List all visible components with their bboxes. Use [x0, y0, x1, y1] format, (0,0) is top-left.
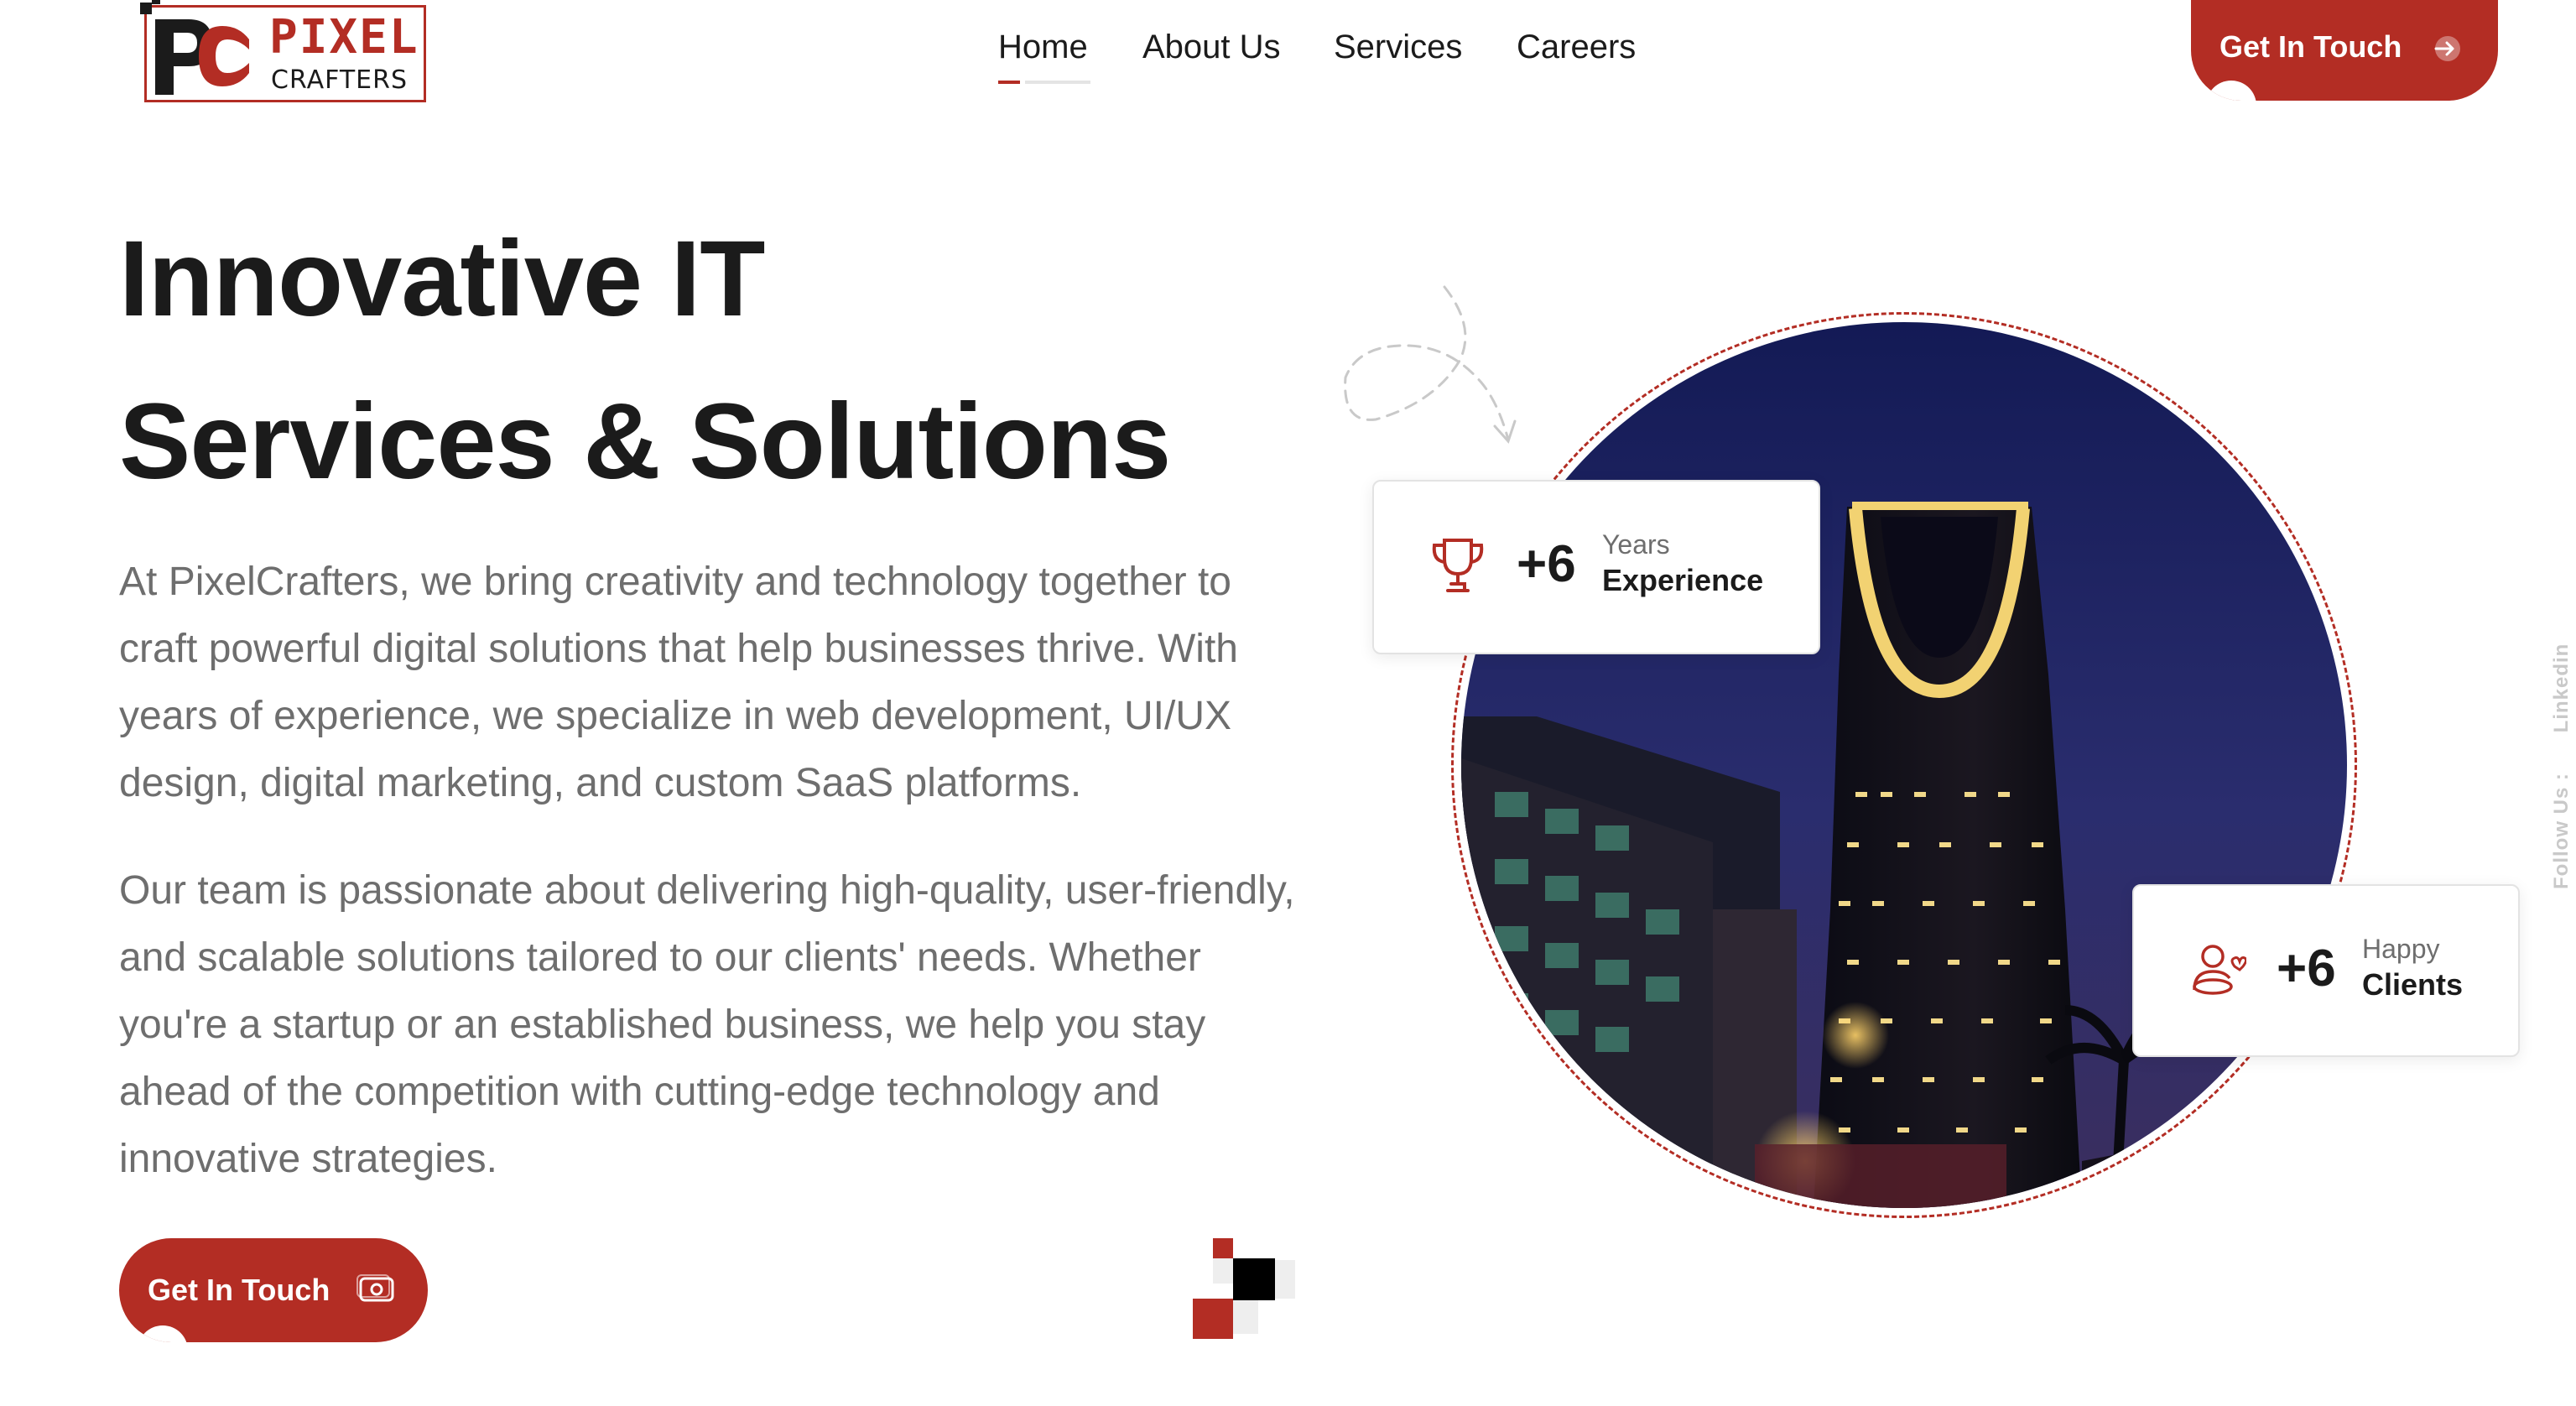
main-nav: Home About Us Services Careers	[0, 0, 2576, 101]
city-tower-photo	[1461, 322, 2347, 1208]
clients-label-small: Happy	[2362, 934, 2440, 964]
follow-us-label: Follow Us :	[2550, 773, 2573, 889]
hero-cta-label: Get In Touch	[148, 1273, 330, 1307]
experience-label: Experience	[1602, 563, 1764, 597]
nav-careers[interactable]: Careers	[1517, 27, 1636, 67]
nav-home[interactable]: Home	[998, 27, 1088, 67]
linkedin-link[interactable]: Linkedin	[2550, 643, 2573, 733]
nav-about-us[interactable]: About Us	[1142, 27, 1281, 67]
hero-paragraph-2: Our team is passionate about delivering …	[119, 868, 1295, 1181]
hero-get-in-touch-button[interactable]: Get In Touch	[119, 1238, 428, 1342]
hero-title-line-2: Services & Solutions	[119, 382, 1171, 502]
hero-image	[1461, 322, 2347, 1208]
experience-value: +6	[1517, 535, 1576, 593]
users-heart-icon	[2193, 945, 2246, 995]
hero-title-line-1: Innovative IT	[119, 219, 765, 339]
nav-underline-track	[1025, 81, 1090, 84]
stat-card-clients: +6 Happy Clients	[2132, 884, 2520, 1057]
dashed-arrow-decoration	[1344, 285, 1517, 444]
trophy-icon	[1432, 539, 1484, 592]
button-decoration	[138, 1325, 188, 1342]
hero-paragraph-1: At PixelCrafters, we bring creativity an…	[119, 560, 1238, 805]
header-get-in-touch-button[interactable]: Get In Touch	[2191, 0, 2498, 101]
experience-label-small: Years	[1602, 529, 1670, 560]
header-cta-label: Get In Touch	[2220, 29, 2402, 64]
hero-title: Innovative IT Services & Solutions	[119, 198, 1171, 523]
social-follow-bar: Follow Us : Linkedin	[2550, 643, 2573, 889]
nav-services[interactable]: Services	[1334, 27, 1462, 67]
arrow-right-icon	[2434, 36, 2460, 61]
stat-card-experience: +6 Years Experience	[1372, 480, 1820, 654]
clients-value: +6	[2277, 940, 2336, 997]
nav-active-indicator	[998, 81, 1020, 84]
button-decoration	[2206, 81, 2256, 101]
money-icon	[356, 1274, 394, 1302]
clients-label: Clients	[2362, 967, 2464, 1002]
